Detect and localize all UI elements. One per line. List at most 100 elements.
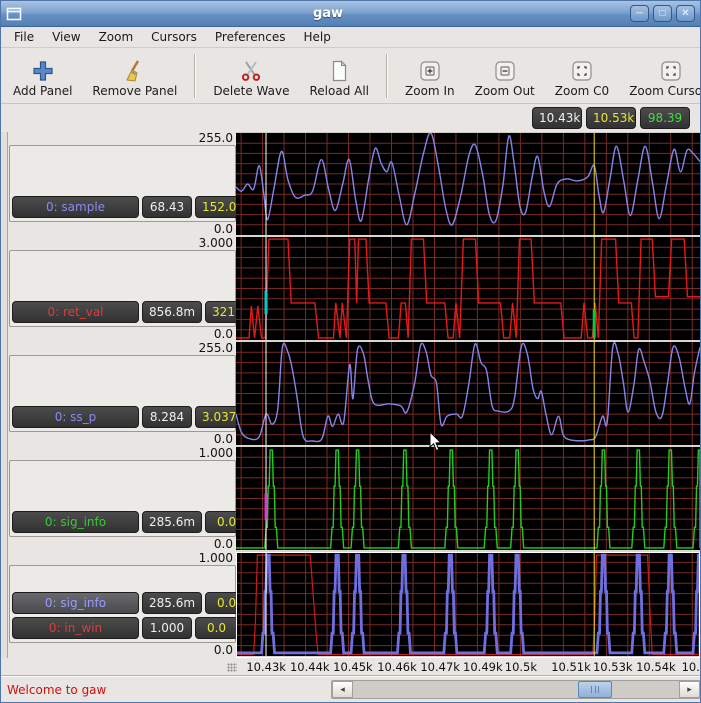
scissors-icon [239, 57, 263, 84]
signal-row: 0: ss_p 8.284 3.037 [12, 406, 233, 428]
delete-wave-button[interactable]: Delete Wave [203, 52, 299, 100]
scroll-right-button[interactable]: ▸ [679, 681, 700, 698]
y-max-label: 255.0 [199, 132, 233, 145]
y-min-label: 0.0 [214, 433, 233, 446]
signal-name-button[interactable]: 0: sig_info [12, 511, 139, 533]
y-max-label: 1.000 [199, 552, 233, 565]
grid-lines [236, 447, 700, 550]
toolbar-separator [194, 54, 196, 98]
page-icon [327, 57, 351, 84]
signal-name-button[interactable]: 0: ss_p [12, 406, 139, 428]
cursor2-value-button[interactable]: 0.0 [195, 617, 238, 639]
x-axis-tick: 10.51k [551, 660, 591, 674]
panel-label-frame: 0: ret_val 856.8m 321.0m [9, 250, 236, 327]
grid-lines [236, 133, 700, 235]
maximize-button[interactable]: □ [653, 5, 672, 22]
menu-cursors[interactable]: Cursors [142, 28, 206, 46]
reload-all-button[interactable]: Reload All [300, 52, 380, 100]
window-title: gaw [26, 6, 630, 21]
x-axis-tick: 10.43k [246, 660, 286, 674]
add-panel-icon [31, 57, 55, 84]
grid-lines [236, 552, 700, 656]
zoom-c0-button[interactable]: Zoom C0 [545, 52, 619, 100]
cursor-readout-row: 10.43k 10.53k 98.39 [1, 104, 700, 132]
scrollbar-thumb[interactable] [578, 681, 612, 698]
zoom-out-icon [493, 57, 517, 84]
waveform-panel: 255.0 0: sample 68.43 152.0 0.0 [1, 132, 700, 237]
cursor-delta-button[interactable]: 98.39 [640, 107, 690, 129]
signal-row: 0: in_win 1.000 0.0 [12, 617, 233, 639]
x-axis-tick: 10.44k [290, 660, 330, 674]
menu-view[interactable]: View [43, 28, 89, 46]
cursor1-value-button[interactable]: 8.284 [142, 406, 192, 428]
signal-name-button[interactable]: 0: sig_info [12, 592, 139, 614]
horizontal-scrollbar[interactable]: ◂ ▸ [331, 680, 701, 699]
zoom-c0-icon [570, 57, 594, 84]
panel-grip[interactable] [1, 237, 8, 342]
scroll-left-button[interactable]: ◂ [332, 681, 353, 698]
waveform-plot[interactable] [236, 342, 700, 447]
signal-name-button[interactable]: 0: in_win [12, 617, 139, 639]
panel-grip[interactable] [1, 552, 8, 658]
zoom-cursors-icon [659, 57, 683, 84]
x-axis-tick: 10.5k [505, 660, 537, 674]
signal-row: 0: sig_info 285.6m 0.0 [12, 511, 233, 533]
x-axis-tick: 10.46k [377, 660, 417, 674]
window-icon [6, 7, 22, 21]
y-min-label: 0.0 [214, 223, 233, 236]
waveform-panel: 1.000 0: sig_info 285.6m 0.0 0.0 [1, 447, 700, 552]
menu-file[interactable]: File [5, 28, 43, 46]
waveform-plot[interactable] [236, 132, 700, 237]
waveform-panel: 1.000 0: sig_info 285.6m 0.0 0: in_win 1… [1, 552, 700, 658]
x-axis-tick: 10.54k [636, 660, 676, 674]
waveform-plot[interactable] [236, 447, 700, 552]
menu-preferences[interactable]: Preferences [206, 28, 295, 46]
signal-row: 0: ret_val 856.8m 321.0m [12, 301, 233, 323]
cursor2-position-button[interactable]: 10.53k [586, 107, 636, 129]
zoom-cursors-button[interactable]: Zoom Cursors [619, 52, 701, 100]
pane-resize-grip[interactable] [227, 663, 237, 672]
panel-label-frame: 0: ss_p 8.284 3.037 [9, 355, 236, 432]
waveform-panel: 255.0 0: ss_p 8.284 3.037 0.0 [1, 342, 700, 447]
cursor1-value-button[interactable]: 856.8m [142, 301, 202, 323]
signal-name-button[interactable]: 0: sample [12, 196, 139, 218]
close-button[interactable]: ✕ [676, 5, 695, 22]
x-axis-tick: 10.49k [463, 660, 503, 674]
zoom-out-button[interactable]: Zoom Out [465, 52, 545, 100]
grid-lines [236, 342, 700, 445]
titlebar[interactable]: gaw ─ □ ✕ [1, 1, 700, 27]
y-max-label: 3.000 [199, 237, 233, 250]
menu-help[interactable]: Help [294, 28, 339, 46]
waveform-plot[interactable] [236, 552, 700, 658]
add-panel-button[interactable]: Add Panel [3, 52, 82, 100]
minimize-button[interactable]: ─ [630, 5, 649, 22]
statusbar: Welcome to gaw ◂ ▸ [1, 676, 700, 703]
cursor1-value-button[interactable]: 285.6m [142, 592, 202, 614]
zoom-in-button[interactable]: Zoom In [395, 52, 465, 100]
panel-label-frame: 0: sig_info 285.6m 0.0 0: in_win 1.000 0… [9, 565, 236, 643]
cursor1-value-button[interactable]: 285.6m [142, 511, 202, 533]
menu-zoom[interactable]: Zoom [90, 28, 143, 46]
cursor1-value-button[interactable]: 1.000 [142, 617, 192, 639]
menubar: File View Zoom Cursors Preferences Help [1, 27, 700, 48]
waveform-plot[interactable] [236, 237, 700, 342]
cursor1-position-button[interactable]: 10.43k [532, 107, 582, 129]
panel-label-frame: 0: sample 68.43 152.0 [9, 145, 236, 222]
y-max-label: 1.000 [199, 447, 233, 460]
broom-icon [123, 57, 147, 84]
cursor1-value-button[interactable]: 68.43 [142, 196, 192, 218]
status-message: Welcome to gaw [7, 683, 106, 697]
y-min-label: 0.0 [214, 328, 233, 341]
x-axis-tick: 10.45k [333, 660, 373, 674]
panel-grip[interactable] [1, 342, 8, 447]
remove-panel-button[interactable]: Remove Panel [82, 52, 187, 100]
y-min-label: 0.0 [214, 538, 233, 551]
waveform-panel: 3.000 0: ret_val 856.8m 321.0m 0.0 [1, 237, 700, 342]
panel-grip[interactable] [1, 132, 8, 237]
panel-grip[interactable] [1, 447, 8, 552]
grid-lines [236, 237, 700, 340]
gaw-window: gaw ─ □ ✕ File View Zoom Cursors Prefere… [0, 0, 701, 703]
toolbar-separator [386, 54, 388, 98]
signal-name-button[interactable]: 0: ret_val [12, 301, 139, 323]
signal-row: 0: sample 68.43 152.0 [12, 196, 233, 218]
